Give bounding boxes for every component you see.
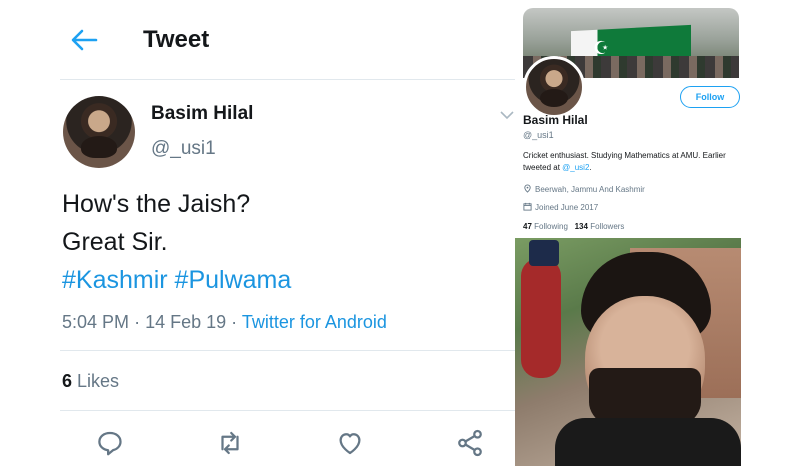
followers-link[interactable]: 134 Followers <box>575 222 625 231</box>
chevron-down-icon[interactable] <box>499 108 515 120</box>
tweet-text-line-2: Great Sir. <box>62 228 168 256</box>
photo-arm <box>521 258 561 378</box>
reply-icon[interactable] <box>95 428 125 458</box>
profile-card: ☪ Follow Basim Hilal @_usi1 Cricket enth… <box>515 8 747 238</box>
tweet-detail-panel: Tweet Basim Hilal @_usi1 How's the Jaish… <box>0 0 515 473</box>
followers-count: 134 <box>574 222 588 231</box>
profile-name: Basim Hilal <box>523 113 588 127</box>
profile-joined: Joined June 2017 <box>523 202 598 212</box>
tweet-meta: 5:04 PM · 14 Feb 19 · Twitter for Androi… <box>62 312 387 333</box>
profile-bio: Cricket enthusiast. Studying Mathematics… <box>523 150 743 174</box>
location-pin-icon <box>524 184 531 193</box>
profile-counts: 47 Following 134 Followers <box>523 222 624 231</box>
follow-button[interactable]: Follow <box>680 86 740 108</box>
following-label: Following <box>534 222 568 231</box>
like-icon[interactable] <box>335 428 365 458</box>
hashtag-link-kashmir[interactable]: #Kashmir <box>62 266 168 294</box>
likes-count[interactable]: 6 Likes <box>62 371 119 392</box>
retweet-icon[interactable] <box>215 428 245 458</box>
avatar[interactable] <box>63 96 135 168</box>
bio-mention-link[interactable]: @_usi2 <box>562 163 589 172</box>
tweet-hashtags: #Kashmir #Pulwama <box>62 266 291 295</box>
stats-divider <box>60 410 515 411</box>
page-title: Tweet <box>143 26 210 53</box>
author-handle[interactable]: @_usi1 <box>151 138 216 160</box>
likes-label: Likes <box>77 371 120 391</box>
header-divider <box>60 79 515 80</box>
tweet-time: 5:04 PM <box>62 312 130 332</box>
photo-shirt <box>555 418 741 466</box>
profile-bio-end: . <box>589 163 592 172</box>
meta-separator: · <box>134 312 141 332</box>
share-icon[interactable] <box>455 428 485 458</box>
tweet-text-line-1: How's the Jaish? <box>62 190 251 218</box>
profile-bio-text: Cricket enthusiast. Studying Mathematics… <box>523 151 726 172</box>
likes-number: 6 <box>62 371 73 391</box>
following-link[interactable]: 47 Following <box>523 222 568 231</box>
tweet-date: 14 Feb 19 <box>145 312 227 332</box>
following-count: 47 <box>523 222 532 231</box>
profile-handle: @_usi1 <box>523 130 554 140</box>
profile-photo <box>515 238 741 466</box>
calendar-icon <box>523 202 532 211</box>
author-name[interactable]: Basim Hilal <box>151 103 253 125</box>
arrow-left-icon[interactable] <box>70 28 98 52</box>
profile-joined-text: Joined June 2017 <box>535 203 599 212</box>
photo-phone <box>529 240 559 266</box>
profile-location: Beerwah, Jammu And Kashmir <box>523 184 645 194</box>
profile-location-text: Beerwah, Jammu And Kashmir <box>535 185 645 194</box>
meta-separator: · <box>231 312 238 332</box>
followers-label: Followers <box>590 222 625 231</box>
meta-divider <box>60 350 515 351</box>
profile-avatar[interactable] <box>523 56 585 118</box>
hashtag-link-pulwama[interactable]: #Pulwama <box>175 266 292 294</box>
tweet-source-link[interactable]: Twitter for Android <box>242 312 387 332</box>
